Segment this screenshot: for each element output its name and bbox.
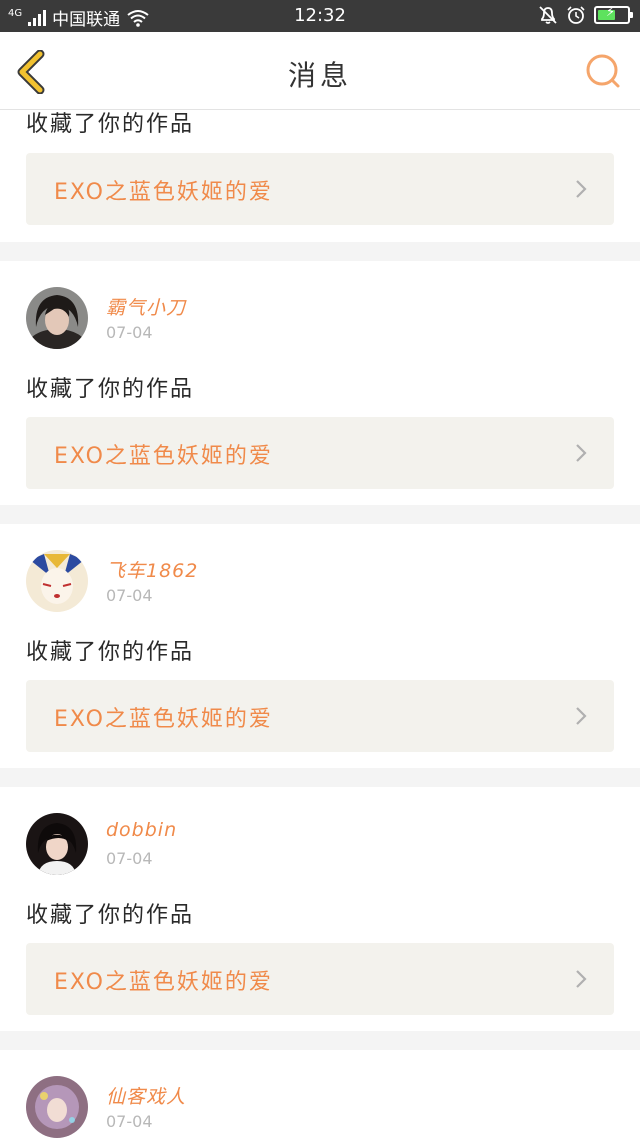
message-list[interactable]: 收藏了你的作品 EXO之蓝色妖姬的爱 霸气小刀 07-04 收藏了你的作品 EX… xyxy=(0,110,640,1138)
work-link[interactable]: EXO之蓝色妖姬的爱 xyxy=(26,153,614,225)
message-card: 收藏了你的作品 EXO之蓝色妖姬的爱 xyxy=(0,110,640,242)
user-avatar[interactable] xyxy=(26,813,88,875)
mute-bell-icon xyxy=(539,6,557,24)
user-avatar[interactable] xyxy=(26,1076,88,1138)
message-action: 收藏了你的作品 xyxy=(26,903,195,928)
user-avatar[interactable] xyxy=(26,287,88,349)
battery-charging-icon: ⚡ xyxy=(594,5,633,24)
alarm-icon xyxy=(567,6,585,24)
username[interactable]: 仙客戏人 xyxy=(106,1082,186,1109)
work-link[interactable]: EXO之蓝色妖姬的爱 xyxy=(26,680,614,752)
chevron-right-icon xyxy=(576,444,587,462)
message-card: dobbin 07-04 收藏了你的作品 EXO之蓝色妖姬的爱 xyxy=(0,787,640,1031)
chevron-right-icon xyxy=(576,707,587,725)
page-title: 消息 xyxy=(287,59,352,92)
status-bar-right: ⚡ xyxy=(538,5,633,25)
message-action: 收藏了你的作品 xyxy=(26,640,195,665)
message-action: 收藏了你的作品 xyxy=(26,377,195,402)
work-title: EXO之蓝色妖姬的爱 xyxy=(54,707,273,732)
work-title: EXO之蓝色妖姬的爱 xyxy=(54,180,273,205)
username[interactable]: dobbin xyxy=(106,819,177,841)
work-title: EXO之蓝色妖姬的爱 xyxy=(54,970,273,995)
nav-header: 消息 xyxy=(0,32,640,110)
search-icon[interactable] xyxy=(584,52,624,92)
user-avatar[interactable] xyxy=(26,550,88,612)
message-action: 收藏了你的作品 xyxy=(26,112,195,137)
work-link[interactable]: EXO之蓝色妖姬的爱 xyxy=(26,417,614,489)
username[interactable]: 霸气小刀 xyxy=(106,293,186,320)
message-date: 07-04 xyxy=(106,1112,153,1131)
username[interactable]: 飞车1862 xyxy=(106,556,198,583)
work-title: EXO之蓝色妖姬的爱 xyxy=(54,444,273,469)
chevron-right-icon xyxy=(576,180,587,198)
message-date: 07-04 xyxy=(106,849,153,868)
chevron-right-icon xyxy=(576,970,587,988)
work-link[interactable]: EXO之蓝色妖姬的爱 xyxy=(26,943,614,1015)
status-bar: 4G 中国联通 12:32 ⚡ xyxy=(0,0,640,32)
message-card: 飞车1862 07-04 收藏了你的作品 EXO之蓝色妖姬的爱 xyxy=(0,524,640,768)
message-date: 07-04 xyxy=(106,586,153,605)
message-date: 07-04 xyxy=(106,323,153,342)
message-card: 霸气小刀 07-04 收藏了你的作品 EXO之蓝色妖姬的爱 xyxy=(0,261,640,505)
message-card: 仙客戏人 07-04 xyxy=(0,1050,640,1138)
